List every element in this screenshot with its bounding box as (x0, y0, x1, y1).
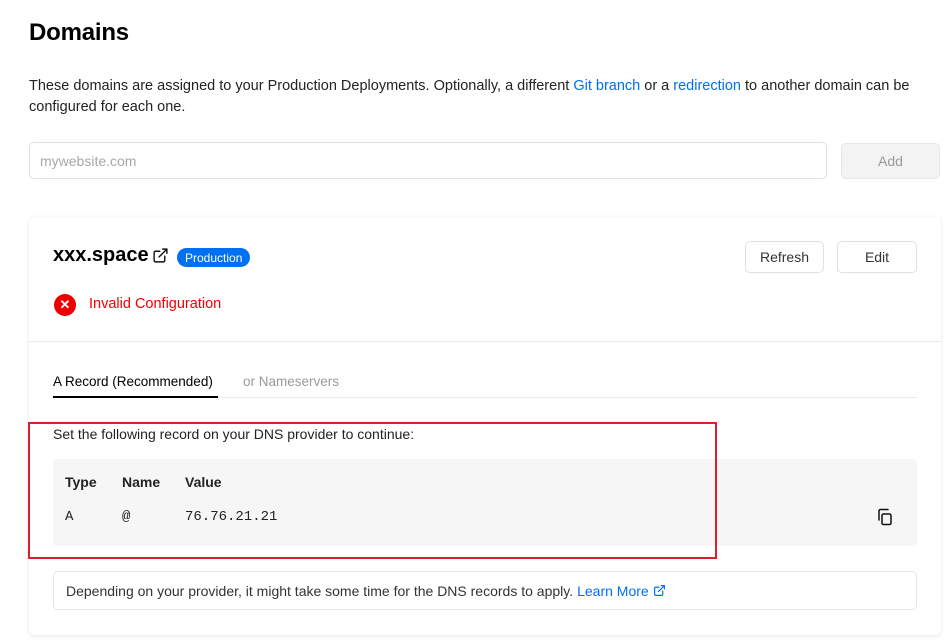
domain-input[interactable] (29, 142, 827, 179)
production-badge: Production (177, 248, 251, 267)
copy-icon[interactable] (876, 508, 894, 526)
active-tab-underline (53, 396, 218, 398)
card-divider (29, 341, 941, 342)
external-link-icon (653, 585, 665, 596)
add-domain-button[interactable]: Add (841, 143, 940, 179)
refresh-button[interactable]: Refresh (745, 241, 824, 273)
note-text: Depending on your provider, it might tak… (66, 582, 574, 599)
page-description: These domains are assigned to your Produ… (29, 76, 944, 118)
status-text: Invalid Configuration (89, 296, 222, 312)
tab-a-record[interactable]: A Record (Recommended) (53, 374, 213, 389)
dns-propagation-note: Depending on your provider, it might tak… (53, 571, 917, 610)
git-branch-link[interactable]: Git branch (573, 78, 640, 94)
page-title: Domains (29, 19, 129, 46)
error-x-icon: ✕ (54, 294, 76, 316)
description-text-before: These domains are assigned to your Produ… (29, 78, 574, 94)
redirection-link[interactable]: redirection (673, 78, 741, 94)
highlight-box (28, 422, 717, 559)
learn-more-label: Learn More (577, 582, 649, 599)
domain-name: xxx.space (53, 244, 149, 266)
description-text-middle: or a (640, 78, 674, 94)
tab-nameservers[interactable]: or Nameservers (243, 374, 339, 389)
learn-more-link[interactable]: Learn More (577, 583, 666, 599)
external-link-icon[interactable] (152, 247, 169, 264)
edit-button[interactable]: Edit (837, 241, 917, 273)
